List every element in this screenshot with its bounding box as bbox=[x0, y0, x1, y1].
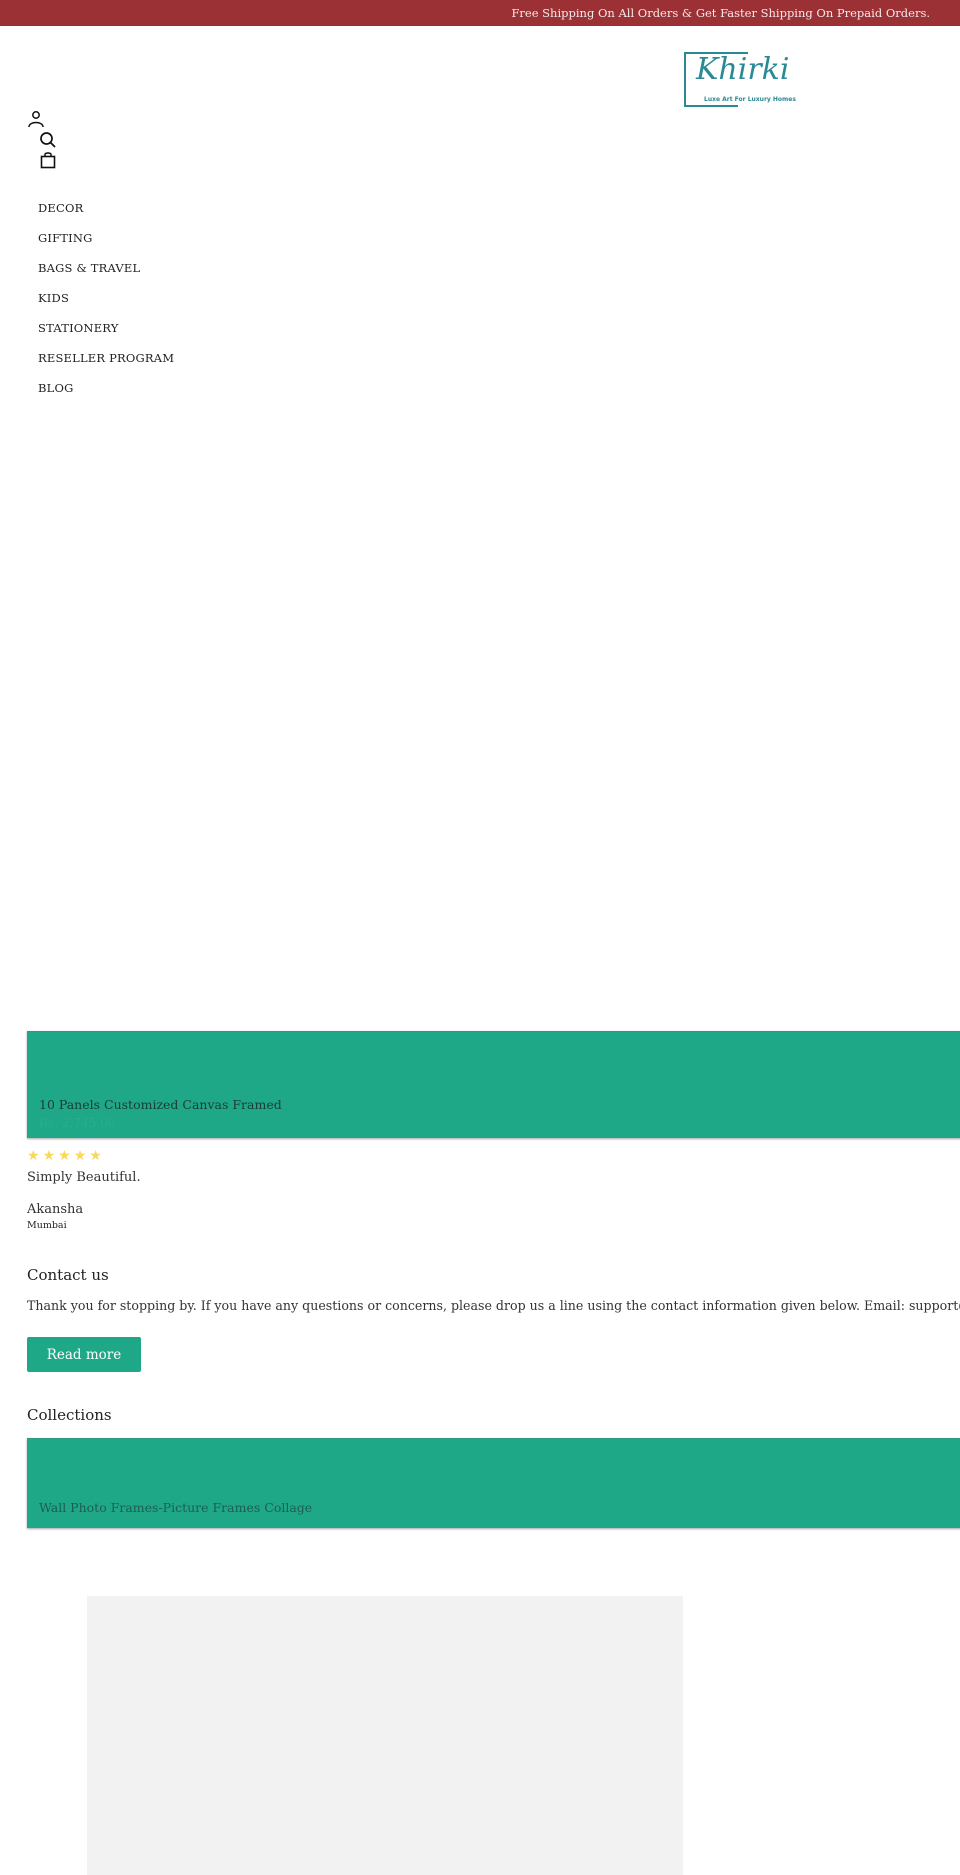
nav-item-reseller-program[interactable]: RESELLER PROGRAM bbox=[38, 348, 174, 378]
collections-heading: Collections bbox=[27, 1406, 112, 1424]
star-icon: ★ bbox=[73, 1148, 87, 1164]
store-logo[interactable]: Khirki Luxe Art For Luxury Homes bbox=[684, 50, 796, 107]
review-text: Simply Beautiful. bbox=[27, 1170, 141, 1185]
collection-card[interactable]: Wall Photo Frames-Picture Frames Collage bbox=[27, 1438, 960, 1528]
review-location: Mumbai bbox=[27, 1220, 67, 1231]
account-icon[interactable] bbox=[27, 110, 45, 128]
nav-item-bags-travel[interactable]: BAGS & TRAVEL bbox=[38, 258, 174, 288]
read-more-button[interactable]: Read more bbox=[27, 1337, 141, 1372]
nav-item-gifting[interactable]: GIFTING bbox=[38, 228, 174, 258]
star-icon: ★ bbox=[58, 1148, 71, 1164]
nav-item-stationery[interactable]: STATIONERY bbox=[38, 318, 174, 348]
nav-item-kids[interactable]: KIDS bbox=[38, 288, 174, 318]
review-author: Akansha bbox=[27, 1202, 84, 1217]
nav-item-blog[interactable]: BLOG bbox=[38, 378, 174, 408]
search-icon[interactable] bbox=[39, 131, 57, 149]
cart-bag-icon[interactable] bbox=[40, 151, 56, 169]
contact-heading: Contact us bbox=[27, 1266, 109, 1284]
collection-title[interactable]: Wall Photo Frames-Picture Frames Collage bbox=[39, 1500, 312, 1515]
announcement-bar: Free Shipping On All Orders & Get Faster… bbox=[0, 0, 960, 26]
star-icon: ★ bbox=[27, 1148, 40, 1164]
product-title[interactable]: 10 Panels Customized Canvas Framed bbox=[39, 1097, 282, 1112]
main-nav: DECOR GIFTING BAGS & TRAVEL KIDS STATION… bbox=[38, 198, 174, 408]
image-placeholder bbox=[87, 1596, 683, 1875]
nav-item-decor[interactable]: DECOR bbox=[38, 198, 174, 228]
logo-name: Khirki bbox=[696, 52, 790, 87]
product-price: Rs. 2,745.00 bbox=[39, 1116, 116, 1130]
logo-tagline: Luxe Art For Luxury Homes bbox=[704, 96, 796, 103]
featured-product-card[interactable]: 10 Panels Customized Canvas Framed Rs. 2… bbox=[27, 1031, 960, 1138]
star-icon: ★ bbox=[42, 1148, 56, 1164]
contact-body-text: Thank you for stopping by. If you have a… bbox=[27, 1298, 960, 1313]
announcement-text: Free Shipping On All Orders & Get Faster… bbox=[511, 6, 930, 20]
rating-stars: ★ ★ ★ ★ ★ bbox=[27, 1149, 102, 1163]
star-icon: ★ bbox=[89, 1148, 102, 1164]
